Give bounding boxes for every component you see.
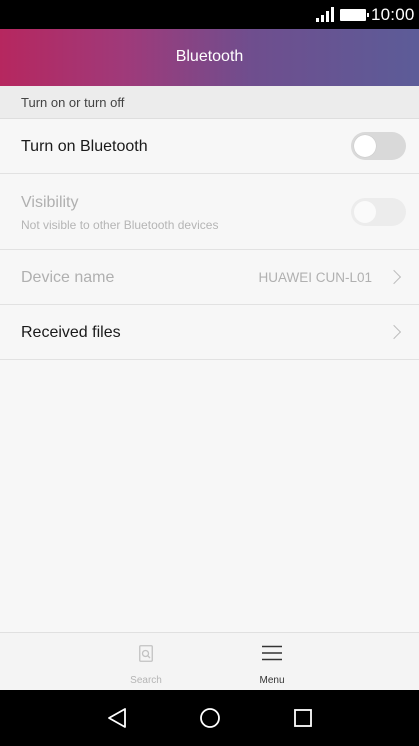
bluetooth-toggle-row[interactable]: Turn on Bluetooth [0, 119, 419, 174]
received-files-row[interactable]: Received files [0, 305, 419, 360]
bluetooth-switch[interactable] [351, 132, 406, 160]
device-name-value: HUAWEI CUN-L01 [258, 270, 372, 285]
visibility-sublabel: Not visible to other Bluetooth devices [21, 218, 219, 232]
status-bar: 10:00 [0, 0, 419, 29]
menu-button[interactable]: Menu [232, 633, 312, 691]
page-title: Bluetooth [175, 48, 244, 65]
recents-icon[interactable] [293, 708, 313, 728]
visibility-row: Visibility Not visible to other Bluetoot… [0, 174, 419, 250]
visibility-label: Visibility [21, 194, 79, 211]
title-bar: Bluetooth [0, 29, 419, 86]
navigation-bar [0, 690, 419, 746]
switch-knob [354, 135, 376, 157]
switch-knob [354, 201, 376, 223]
search-label: Search [130, 675, 162, 686]
battery-icon [340, 9, 369, 21]
home-icon[interactable] [199, 707, 221, 729]
status-time: 10:00 [371, 5, 415, 24]
device-name-row: Device name HUAWEI CUN-L01 [0, 250, 419, 305]
search-icon [139, 645, 153, 662]
section-header: Turn on or turn off [0, 86, 419, 119]
menu-icon [262, 645, 282, 661]
received-files-label: Received files [21, 324, 121, 341]
bluetooth-label: Turn on Bluetooth [21, 138, 148, 155]
back-icon[interactable] [107, 707, 127, 729]
chevron-right-icon [386, 324, 402, 340]
chevron-right-icon [386, 269, 402, 285]
menu-label: Menu [259, 675, 285, 686]
device-name-label: Device name [21, 269, 115, 286]
signal-icon [316, 7, 334, 22]
visibility-switch [351, 198, 406, 226]
section-title: Turn on or turn off [21, 95, 125, 110]
search-button[interactable]: Search [106, 633, 186, 691]
bottom-action-bar: Search Menu [0, 632, 419, 690]
